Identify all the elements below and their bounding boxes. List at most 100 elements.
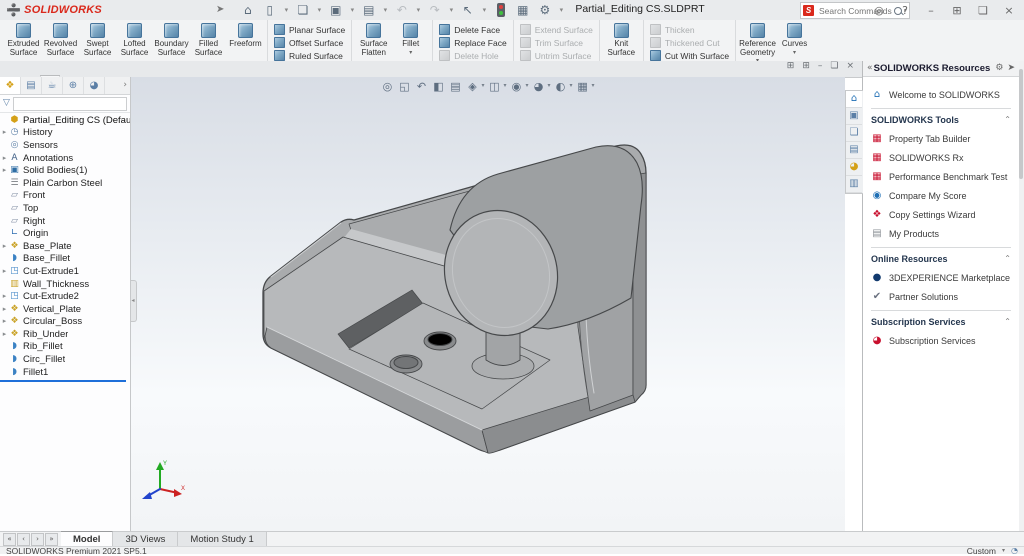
dimxpertmanager-icon[interactable]: ⊕: [63, 77, 84, 94]
dropdown-caret-icon[interactable]: ▾: [548, 83, 551, 89]
tree-item[interactable]: ▱Top: [0, 202, 130, 215]
units-caret-icon[interactable]: ▾: [1002, 548, 1005, 554]
new-document-icon[interactable]: ▯: [260, 2, 279, 18]
dropdown-caret-icon[interactable]: ▾: [570, 83, 573, 89]
dropdown-caret-icon[interactable]: ▾: [557, 2, 565, 18]
dropdown-caret-icon[interactable]: ▾: [381, 2, 389, 18]
doc-close-icon[interactable]: ×: [846, 62, 854, 71]
scroll-next-icon[interactable]: ›: [31, 533, 44, 546]
section-collapse-icon[interactable]: ⌃: [1004, 255, 1011, 263]
redo-icon[interactable]: ↷: [425, 2, 444, 18]
thickened-cut-button[interactable]: Thickened Cut: [647, 37, 732, 48]
thicken-button[interactable]: Thicken: [647, 24, 732, 35]
appearances-scenes-tab-icon[interactable]: ◕: [846, 159, 862, 176]
tree-item[interactable]: ◎Sensors: [0, 139, 130, 152]
view-settings-icon[interactable]: ▦: [576, 79, 590, 93]
scrollbar-thumb[interactable]: [1019, 69, 1023, 179]
rebuild-traffic-light-icon[interactable]: [491, 2, 510, 18]
expand-arrow-icon[interactable]: ▸: [0, 167, 9, 174]
options-gear-icon[interactable]: ⚙: [535, 2, 554, 18]
freeform-button[interactable]: Freeform: [227, 21, 264, 60]
task-pane-item[interactable]: ❖Copy Settings Wizard: [871, 207, 1011, 222]
tree-item[interactable]: ▸◷History: [0, 127, 130, 140]
delete-hole-button[interactable]: Delete Hole: [436, 50, 509, 61]
section-collapse-icon[interactable]: ⌃: [1004, 318, 1011, 326]
design-library-tab-icon[interactable]: ▣: [846, 108, 862, 125]
tree-item[interactable]: ⬢Partial_Editing CS (Default<<Default>_D: [0, 114, 130, 127]
offset-surface-button[interactable]: Offset Surface: [271, 37, 348, 48]
tree-item[interactable]: ▱Right: [0, 215, 130, 228]
fillet-button[interactable]: Fillet▾: [392, 21, 429, 60]
model-tab-motion-study-1[interactable]: Motion Study 1: [178, 532, 266, 547]
filled-surface-button[interactable]: Filled Surface: [190, 21, 227, 60]
dropdown-caret-icon[interactable]: ▾: [282, 2, 290, 18]
menu-pin-icon[interactable]: ➤: [216, 5, 224, 15]
tree-item[interactable]: ▸❖Circular_Boss: [0, 316, 130, 329]
tree-item[interactable]: ▸AAnnotations: [0, 152, 130, 165]
maximize-icon[interactable]: ⊞: [946, 2, 968, 18]
task-pane-item[interactable]: ◉Compare My Score: [871, 188, 1011, 203]
task-pane-item[interactable]: ▤My Products: [871, 226, 1011, 241]
featuremanager-tree-icon[interactable]: ❖: [0, 77, 21, 94]
expand-arrow-icon[interactable]: ▸: [0, 331, 9, 338]
reference-geometry-button[interactable]: Reference Geometry▾: [739, 21, 776, 60]
custom-properties-tab-icon[interactable]: ▥: [846, 176, 862, 193]
panel-splitter-handle[interactable]: ◂: [130, 280, 137, 322]
scroll-first-icon[interactable]: «: [3, 533, 16, 546]
zoom-to-area-icon[interactable]: ◱: [397, 79, 411, 93]
undo-icon[interactable]: ↶: [392, 2, 411, 18]
revolved-surface-button[interactable]: Revolved Surface: [42, 21, 79, 60]
task-pane-item[interactable]: ▦Property Tab Builder: [871, 131, 1011, 146]
dropdown-caret-icon[interactable]: ▾: [592, 83, 595, 89]
menu-item[interactable]: [150, 8, 164, 12]
file-properties-icon[interactable]: ▦: [513, 2, 532, 18]
restore-icon[interactable]: ❏: [972, 2, 994, 18]
user-account-icon[interactable]: ◎: [868, 2, 890, 18]
filter-input[interactable]: [13, 97, 127, 111]
extruded-surface-button[interactable]: Extruded Surface: [5, 21, 42, 60]
section-collapse-icon[interactable]: ⌃: [1004, 116, 1011, 124]
tree-item[interactable]: ▸◳Cut-Extrude2: [0, 290, 130, 303]
status-units-label[interactable]: Custom: [967, 546, 996, 556]
solidworks-resources-tab-icon[interactable]: ⌂: [846, 91, 862, 108]
section-view-icon[interactable]: ◧: [431, 79, 445, 93]
filter-funnel-icon[interactable]: ▽: [3, 99, 10, 108]
tree-item[interactable]: ▸◳Cut-Extrude1: [0, 265, 130, 278]
scroll-prev-icon[interactable]: ‹: [17, 533, 30, 546]
delete-face-button[interactable]: Delete Face: [436, 24, 509, 35]
task-pane-item[interactable]: ●3DEXPERIENCE Marketplace: [871, 270, 1011, 285]
replace-face-button[interactable]: Replace Face: [436, 37, 509, 48]
cad-model[interactable]: [130, 77, 845, 531]
displaymanager-icon[interactable]: ◕: [84, 77, 105, 94]
tree-item[interactable]: ▸❖Base_Plate: [0, 240, 130, 253]
edit-appearance-icon[interactable]: ◕: [532, 79, 546, 93]
dropdown-caret-icon[interactable]: ▾: [414, 2, 422, 18]
tree-item[interactable]: ◗Rib_Fillet: [0, 341, 130, 354]
open-icon[interactable]: ❏: [293, 2, 312, 18]
tree-item[interactable]: ▸❖Rib_Under: [0, 328, 130, 341]
menu-item[interactable]: [198, 8, 212, 12]
task-pane-item[interactable]: ▦Performance Benchmark Test: [871, 169, 1011, 184]
dropdown-caret-icon[interactable]: ▾: [409, 50, 412, 56]
expand-arrow-icon[interactable]: ▸: [0, 306, 9, 313]
tree-item[interactable]: ◗Base_Fillet: [0, 253, 130, 266]
dynamic-annotation-icon[interactable]: ▤: [448, 79, 462, 93]
graphics-viewport[interactable]: ◎◱↶◧▤◈▾◫▾◉▾◕▾◐▾▦▾: [130, 77, 845, 531]
expand-arrow-icon[interactable]: ▸: [0, 129, 9, 136]
hide-show-items-icon[interactable]: ◉: [509, 79, 523, 93]
dropdown-caret-icon[interactable]: ▾: [480, 2, 488, 18]
tree-item[interactable]: ▥Wall_Thickness: [0, 278, 130, 291]
welcome-item[interactable]: ⌂ Welcome to SOLIDWORKS: [871, 87, 1011, 102]
menu-item[interactable]: [118, 8, 132, 12]
close-icon[interactable]: ×: [998, 2, 1020, 18]
task-pane-item[interactable]: ✔Partner Solutions: [871, 289, 1011, 304]
knit-surface-button[interactable]: Knit Surface: [603, 21, 640, 60]
scroll-last-icon[interactable]: »: [45, 533, 58, 546]
rollback-bar[interactable]: [0, 380, 126, 382]
planar-surface-button[interactable]: Planar Surface: [271, 24, 348, 35]
doc-minimize-icon[interactable]: –: [818, 62, 823, 71]
task-pane-item[interactable]: ◕Subscription Services: [871, 333, 1011, 348]
display-style-icon[interactable]: ◫: [487, 79, 501, 93]
view-palette-tab-icon[interactable]: ▤: [846, 142, 862, 159]
window-pane-left-icon[interactable]: ⊞: [787, 62, 795, 71]
